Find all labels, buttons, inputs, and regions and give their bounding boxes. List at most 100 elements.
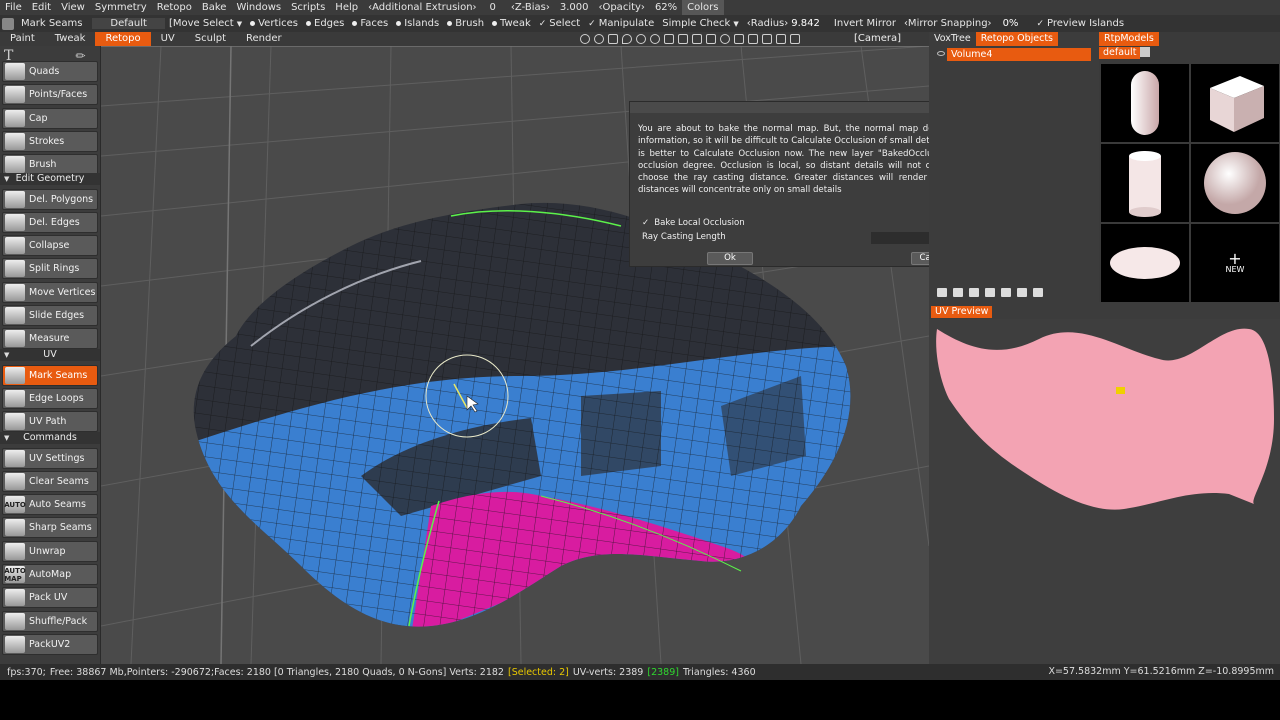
tweak-radio[interactable]: Tweak (488, 18, 535, 29)
menu-edit[interactable]: Edit (27, 0, 56, 15)
tool-shuffle-pack-button[interactable]: Shuffle/Pack (2, 610, 98, 632)
menu-file[interactable]: File (0, 0, 27, 15)
picture-icon[interactable] (692, 34, 702, 44)
tool-collapse-button[interactable]: Collapse (2, 235, 98, 257)
tool-uv-path-button[interactable]: UV Path (2, 411, 98, 433)
rotate-icon[interactable] (594, 34, 604, 44)
folder-icon[interactable] (1140, 47, 1150, 57)
menu-help[interactable]: Help (330, 0, 363, 15)
tool-cap-button[interactable]: Cap (2, 107, 98, 129)
tab-retopo[interactable]: Retopo (95, 32, 151, 46)
colors-button[interactable]: Colors (682, 0, 724, 15)
vertices-radio[interactable]: Vertices (246, 18, 302, 29)
screen-icon[interactable] (790, 34, 800, 44)
opacity-value[interactable]: 62% (650, 0, 682, 15)
frame-icon[interactable] (776, 34, 786, 44)
tool-move-vertices-button[interactable]: Move Vertices (2, 281, 98, 303)
move-select-dropdown[interactable]: [Move Select ▼ (165, 18, 246, 29)
menu-bake[interactable]: Bake (197, 0, 232, 15)
simple-check-dropdown[interactable]: Simple Check ▼ (658, 18, 742, 29)
tab-voxtree[interactable]: VoxTree (929, 32, 976, 46)
tab-retopo-objects[interactable]: Retopo Objects (975, 32, 1059, 46)
ok-button[interactable]: Ok (707, 252, 753, 265)
preset-dropdown[interactable]: Default (92, 18, 165, 29)
visibility-eye-icon[interactable] (937, 51, 945, 56)
tool-measure-button[interactable]: Measure (2, 328, 98, 350)
edges-radio[interactable]: Edges (302, 18, 348, 29)
reset-view-icon[interactable] (636, 34, 646, 44)
z-bias-value[interactable]: 3.000 (555, 0, 594, 15)
tool-packuv2-button[interactable]: PackUV2 (2, 633, 98, 655)
section-edit-geometry[interactable]: ▼ Edit Geometry (0, 172, 100, 185)
arrows-icon[interactable] (985, 288, 995, 297)
zoom-icon[interactable] (650, 34, 660, 44)
stack-icon[interactable] (969, 288, 979, 297)
tool-clear-seams-button[interactable]: Clear Seams (2, 470, 98, 492)
manipulate-checkbox[interactable]: ✓ Manipulate (584, 18, 658, 29)
tab-sculpt[interactable]: Sculpt (185, 32, 236, 46)
tab-paint[interactable]: Paint (0, 32, 45, 46)
tool-sharp-seams-button[interactable]: Sharp Seams (2, 517, 98, 539)
bake-local-occlusion-checkbox[interactable]: ✓ Bake Local Occlusion (642, 218, 745, 228)
tab-rtp-models[interactable]: RtpModels (1099, 32, 1159, 46)
tool-split-rings-button[interactable]: Split Rings (2, 258, 98, 280)
default-preset-button[interactable]: default (1099, 47, 1141, 59)
tool-mark-seams-button[interactable]: Mark Seams (2, 364, 98, 386)
layer-icon[interactable] (937, 288, 947, 297)
section-uv[interactable]: ▼ UV (0, 348, 100, 361)
menu-scripts[interactable]: Scripts (286, 0, 330, 15)
close-icon[interactable] (1033, 288, 1043, 297)
menu-windows[interactable]: Windows (231, 0, 286, 15)
grid-icon[interactable] (762, 34, 772, 44)
tool-quads-button[interactable]: Quads (2, 61, 98, 82)
new-model-button[interactable]: + NEW (1191, 224, 1279, 302)
tool-slide-edges-button[interactable]: Slide Edges (2, 305, 98, 326)
image-icon[interactable] (706, 34, 716, 44)
tool-del-edges-button[interactable]: Del. Edges (2, 211, 98, 233)
tool-points-faces-button[interactable]: Points/Faces (2, 84, 98, 106)
tool-strokes-button[interactable]: Strokes (2, 130, 98, 152)
model-sphere[interactable] (1191, 144, 1279, 222)
section-commands[interactable]: ▼ Commands (0, 431, 100, 444)
islands-radio[interactable]: Islands (392, 18, 443, 29)
tree-item-volume4[interactable]: Volume4 (947, 48, 1091, 61)
no-entry-icon[interactable] (720, 34, 730, 44)
menu-retopo[interactable]: Retopo (152, 0, 197, 15)
drop-icon[interactable] (622, 34, 632, 44)
cube-icon[interactable] (734, 34, 744, 44)
play-icon[interactable] (664, 34, 674, 44)
light-icon[interactable] (608, 34, 618, 44)
radius-slider[interactable]: ‹Radius› 9.842 (743, 18, 824, 29)
brush-radio[interactable]: Brush (443, 18, 488, 29)
model-cube[interactable] (1191, 64, 1279, 142)
faces-radio[interactable]: Faces (348, 18, 392, 29)
wireframe-icon[interactable] (748, 34, 758, 44)
tool-auto-seams-button[interactable]: AUTO Auto Seams (2, 494, 98, 516)
tab-uv[interactable]: UV (151, 32, 185, 46)
model-capsule[interactable] (1101, 64, 1189, 142)
trash-icon[interactable] (953, 288, 963, 297)
tool-del-polygons-button[interactable]: Del. Polygons (2, 188, 98, 210)
model-cylinder[interactable] (1101, 144, 1189, 222)
move-view-icon[interactable] (678, 34, 688, 44)
uv-preview-panel[interactable] (929, 319, 1280, 664)
additional-extrusion-value[interactable]: 0 (482, 0, 506, 15)
tab-uv-preview[interactable]: UV Preview (931, 306, 993, 318)
opacity-label[interactable]: ‹Opacity› (593, 0, 649, 15)
tab-render[interactable]: Render (236, 32, 292, 46)
preview-islands-checkbox[interactable]: ✓ Preview Islands (1022, 18, 1128, 29)
tool-edge-loops-button[interactable]: Edge Loops (2, 387, 98, 409)
tool-uv-settings-button[interactable]: UV Settings (2, 447, 98, 469)
pan-icon[interactable] (580, 34, 590, 44)
tab-tweak[interactable]: Tweak (45, 32, 96, 46)
tool-automap-button[interactable]: AUTO MAP AutoMap (2, 564, 98, 585)
menu-symmetry[interactable]: Symmetry (90, 0, 152, 15)
camera-dropdown[interactable]: [Camera] (854, 32, 901, 46)
invert-mirror-checkbox[interactable]: Invert Mirror (824, 18, 900, 29)
tool-pack-uv-button[interactable]: Pack UV (2, 587, 98, 609)
grid-icon[interactable] (1001, 288, 1011, 297)
select-checkbox[interactable]: ✓ Select (535, 18, 584, 29)
mirror-snapping-slider[interactable]: ‹Mirror Snapping› 0% (900, 18, 1023, 29)
menu-view[interactable]: View (56, 0, 90, 15)
list-icon[interactable] (1017, 288, 1027, 297)
